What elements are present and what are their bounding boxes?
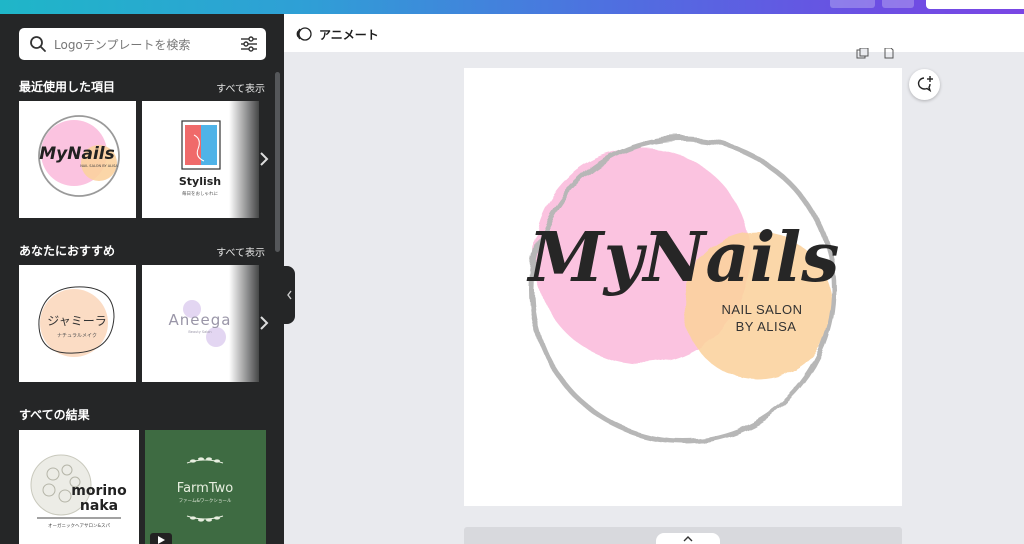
template-thumb-morino-naka[interactable]: morino naka オーガニックヘアサロン&スパ: [19, 430, 139, 544]
logo-title: MyNails: [527, 218, 840, 298]
template-panel: Logoテンプレートを検索 最近使用した項目 すべて表示 MyNails NAI…: [0, 14, 284, 544]
recommended-see-all-link[interactable]: すべて表示: [216, 244, 265, 259]
thumb-title: FarmTwo: [177, 481, 233, 496]
design-canvas[interactable]: MyNails NAIL SALON BY ALISA: [464, 68, 902, 506]
search-input[interactable]: Logoテンプレートを検索: [19, 28, 266, 60]
thumb-subtitle: ファーム&ワークショール: [179, 498, 232, 504]
thumb-subtitle: オーガニックヘアサロン&スパ: [48, 522, 111, 529]
thumb-title-line2: naka: [80, 498, 118, 514]
chevron-right-icon[interactable]: [258, 151, 270, 167]
recommended-section-title: あなたにおすすめ: [19, 244, 116, 258]
collapse-panel-button[interactable]: [284, 266, 295, 324]
recent-section-title: 最近使用した項目: [19, 80, 116, 94]
share-button[interactable]: [926, 0, 1024, 9]
chevron-left-icon: [287, 290, 292, 300]
thumb-title: MyNails: [39, 144, 114, 164]
add-comment-button[interactable]: [909, 69, 940, 100]
search-icon: [30, 36, 46, 52]
all-results-section-title: すべての結果: [19, 408, 90, 422]
editor-toolbar: アニメート: [284, 14, 1024, 52]
template-thumb-mynails[interactable]: MyNails NAIL SALON BY ALISA: [19, 101, 136, 218]
add-page-icon[interactable]: [884, 48, 894, 59]
logo-line2: BY ALISA: [736, 319, 797, 334]
thumb-title: Stylish: [179, 175, 221, 188]
template-thumb-aneega[interactable]: Aneega Beauty Salon: [142, 265, 259, 382]
page-actions: [856, 48, 894, 59]
thumb-subtitle: ナチュラルメイク: [57, 333, 97, 339]
toolbar-button[interactable]: [882, 0, 914, 8]
thumb-title-line1: morino: [71, 483, 127, 499]
toolbar-button[interactable]: [830, 0, 875, 8]
template-thumb-farmtwo[interactable]: FarmTwo ファーム&ワークショール: [145, 430, 266, 544]
duplicate-page-icon[interactable]: [856, 48, 869, 59]
top-toolbar: [0, 0, 1024, 14]
template-thumb-jamira[interactable]: ジャミーラ ナチュラルメイク: [19, 265, 136, 382]
logo-line1: NAIL SALON: [721, 302, 802, 317]
thumb-title: Aneega: [169, 311, 232, 329]
thumb-title: ジャミーラ: [47, 314, 106, 328]
recent-see-all-link[interactable]: すべて表示: [216, 80, 265, 95]
chevron-up-icon: [683, 536, 693, 542]
thumb-subtitle: Beauty Salon: [188, 330, 211, 334]
chevron-right-icon[interactable]: [258, 315, 270, 331]
video-badge-icon: [150, 533, 172, 544]
expand-pages-button[interactable]: [656, 533, 720, 544]
animate-button[interactable]: アニメート: [319, 26, 379, 43]
thumb-subtitle: NAIL SALON BY ALISA: [80, 164, 118, 168]
template-thumb-stylish[interactable]: Stylish 毎日をおしゃれに: [142, 101, 259, 218]
thumb-subtitle: 毎日をおしゃれに: [182, 190, 218, 197]
panel-scrollbar[interactable]: [275, 72, 280, 252]
animate-icon[interactable]: [296, 26, 312, 42]
search-placeholder: Logoテンプレートを検索: [54, 38, 191, 52]
filter-icon[interactable]: [240, 35, 258, 53]
comment-plus-icon: [917, 76, 933, 93]
